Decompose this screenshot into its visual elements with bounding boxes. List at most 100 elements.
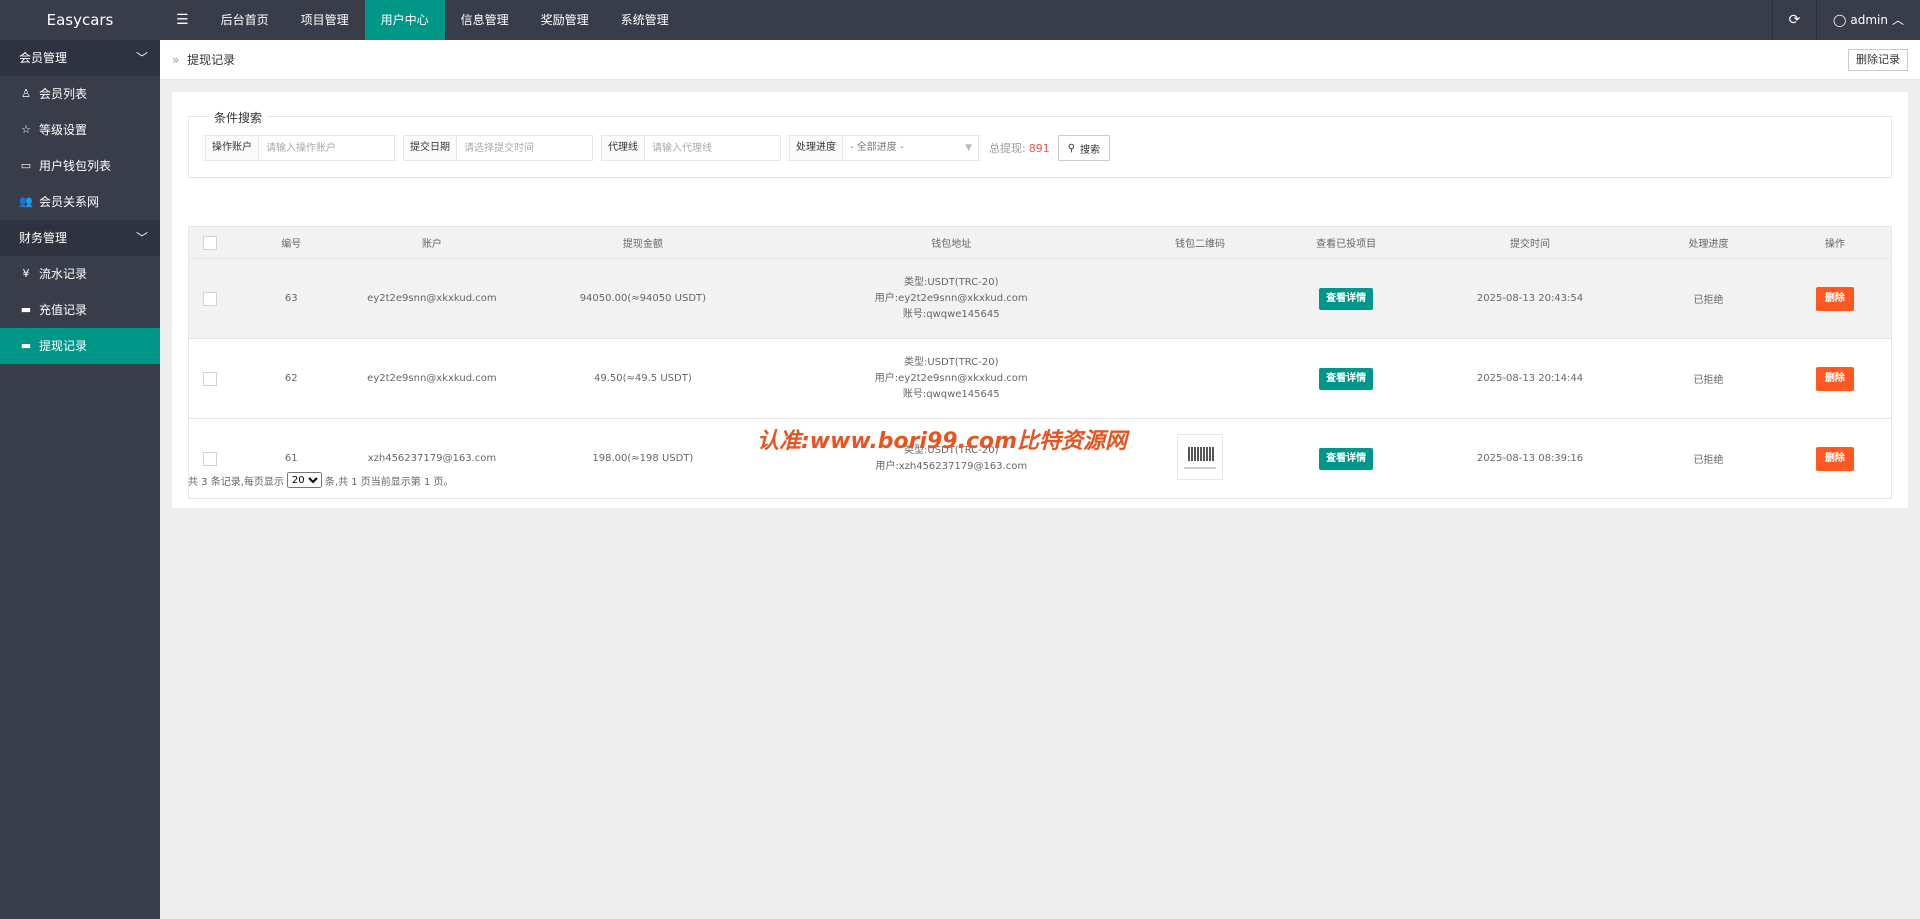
sidebar-item-label: 会员列表	[39, 87, 88, 101]
sidebar-item-label: 流水记录	[39, 267, 88, 281]
chevron-up-icon: ︿	[1891, 13, 1904, 27]
wallet-qr-image[interactable]	[1177, 434, 1224, 480]
watermark: 认准:www.bori99.com比特资源网	[757, 429, 1128, 454]
select-all-cell	[188, 226, 232, 259]
table-row: 62 ey2t2e9snn@xkxkud.com 49.50(≈49.5 USD…	[188, 338, 1892, 419]
sidebar-item-member-list[interactable]: ♙ 会员列表	[0, 76, 160, 112]
yen-icon: ¥	[22, 267, 30, 280]
row-checkbox[interactable]	[203, 371, 218, 386]
date-input[interactable]	[457, 136, 592, 160]
breadcrumb: » 提现记录	[172, 40, 235, 80]
delete-button[interactable]: 删除	[1815, 446, 1854, 471]
cell-amount: 198.00(≈198 USDT)	[513, 418, 773, 499]
wallet-account: 账号:qwqwe145645	[902, 388, 1000, 400]
wallet-type: 类型:USDT(TRC-20)	[903, 356, 999, 368]
star-icon: ☆	[21, 123, 31, 136]
top-header: Easycars ☰ 后台首页 项目管理 用户中心 信息管理 奖励管理 系统管理…	[0, 0, 1920, 40]
cell-wallet-address: 类型:USDT(TRC-20) 用户:ey2t2e9snn@xkxkud.com…	[772, 258, 1130, 339]
view-details-button[interactable]: 查看详情	[1319, 287, 1374, 310]
cell-time: 2025-08-13 20:14:44	[1421, 338, 1639, 419]
select-all-checkbox[interactable]	[203, 235, 218, 250]
breadcrumb-separator: »	[172, 53, 180, 67]
column-header: 提现金额	[513, 226, 773, 259]
user-icon: ◯	[1832, 13, 1847, 27]
nav-item-system[interactable]: 系统管理	[605, 0, 685, 40]
sidebar-item-label: 会员关系网	[39, 195, 100, 209]
sidebar-item-member-network[interactable]: 👥 会员关系网	[0, 184, 160, 220]
row-checkbox[interactable]	[203, 451, 218, 466]
sidebar-group-members[interactable]: 会员管理 ﹀	[0, 40, 160, 76]
sidebar-item-recharge[interactable]: ▬ 充值记录	[0, 292, 160, 328]
delete-records-button[interactable]: 删除记录	[1848, 49, 1908, 71]
delete-button[interactable]: 删除	[1815, 286, 1854, 311]
pagination: 共 3 条记录,每页显示 20 条,共 1 页当前显示第 1 页。	[188, 472, 454, 488]
delete-button[interactable]: 删除	[1815, 366, 1854, 391]
total-withdrawal: 总提现: 891	[989, 140, 1050, 156]
sidebar-group-finance[interactable]: 财务管理 ﹀	[0, 220, 160, 256]
chevron-down-icon: ﹀	[135, 51, 148, 65]
search-button-label: 搜索	[1080, 144, 1101, 156]
sidebar-item-wallet-list[interactable]: ▭ 用户钱包列表	[0, 148, 160, 184]
sidebar-item-withdrawals[interactable]: ▬ 提现记录	[0, 328, 160, 364]
nav-item-projects[interactable]: 项目管理	[285, 0, 365, 40]
sidebar-group-label: 会员管理	[19, 51, 68, 65]
total-label: 总提现:	[989, 142, 1026, 155]
cell-qr	[1129, 258, 1271, 339]
nav-item-dashboard[interactable]: 后台首页	[205, 0, 285, 40]
search-fieldset: 条件搜索 操作账户 提交日期 代理线 处理进度 - 全部进度 -	[188, 109, 1892, 178]
search-icon: ⚲	[1067, 142, 1076, 154]
pager-prefix: 共 3 条记录,每页显示	[188, 476, 284, 488]
view-details-button[interactable]: 查看详情	[1319, 447, 1374, 470]
search-button[interactable]: ⚲ 搜索	[1057, 135, 1111, 161]
agent-filter: 代理线	[601, 135, 781, 161]
cell-amount: 94050.00(≈94050 USDT)	[513, 258, 773, 339]
cell-qr	[1129, 338, 1271, 419]
column-header: 查看已投项目	[1270, 226, 1422, 259]
account-input[interactable]	[259, 136, 394, 160]
sidebar-item-label: 用户钱包列表	[39, 159, 112, 173]
progress-filter: 处理进度 - 全部进度 - ▼	[789, 135, 979, 161]
table-row: 63 ey2t2e9snn@xkxkud.com 94050.00(≈94050…	[188, 258, 1892, 339]
date-filter-label: 提交日期	[404, 136, 457, 160]
account-filter: 操作账户	[205, 135, 395, 161]
nav-item-info[interactable]: 信息管理	[445, 0, 525, 40]
nav-item-user-center[interactable]: 用户中心	[364, 0, 445, 40]
cell-time: 2025-08-13 08:39:16	[1421, 418, 1639, 499]
row-checkbox[interactable]	[203, 291, 218, 306]
account-filter-label: 操作账户	[206, 136, 259, 160]
user-name: admin	[1850, 13, 1888, 27]
menu-toggle-icon[interactable]: ☰	[160, 0, 205, 40]
cell-qr	[1129, 418, 1271, 499]
sidebar-item-label: 充值记录	[39, 303, 88, 317]
top-right-actions: ⟳ ◯ admin ︿	[1771, 0, 1920, 40]
user-menu[interactable]: ◯ admin ︿	[1815, 0, 1920, 40]
page-size-select[interactable]: 20	[286, 472, 322, 488]
breadcrumb-bar: » 提现记录 删除记录	[160, 40, 1920, 80]
column-header: 处理进度	[1638, 226, 1779, 259]
card-icon: ▭	[20, 159, 32, 172]
cell-status: 已拒绝	[1638, 258, 1779, 339]
progress-select[interactable]: - 全部进度 - ▼	[843, 136, 978, 160]
caret-down-icon: ▼	[965, 143, 972, 153]
pager-suffix: 条,共 1 页当前显示第 1 页。	[324, 476, 454, 488]
column-header: 提交时间	[1421, 226, 1639, 259]
refresh-icon[interactable]: ⟳	[1771, 0, 1816, 40]
date-filter: 提交日期	[403, 135, 593, 161]
app-logo[interactable]: Easycars	[0, 0, 160, 40]
card-icon: ▬	[20, 339, 32, 352]
column-header: 账户	[350, 226, 514, 259]
nav-item-rewards[interactable]: 奖励管理	[525, 0, 605, 40]
wallet-user: 用户:xzh456237179@163.com	[875, 460, 1028, 472]
sidebar-item-transactions[interactable]: ¥ 流水记录	[0, 256, 160, 292]
breadcrumb-current: 提现记录	[187, 53, 236, 67]
view-details-button[interactable]: 查看详情	[1319, 367, 1374, 390]
cell-status: 已拒绝	[1638, 418, 1779, 499]
search-legend: 条件搜索	[209, 109, 268, 126]
sidebar-item-level-settings[interactable]: ☆ 等级设置	[0, 112, 160, 148]
table-header-row: 编号 账户 提现金额 钱包地址 钱包二维码 查看已投项目 提交时间 处理进度 操…	[188, 226, 1892, 259]
wallet-user: 用户:ey2t2e9snn@xkxkud.com	[874, 292, 1028, 304]
cell-wallet-address: 类型:USDT(TRC-20) 用户:ey2t2e9snn@xkxkud.com…	[772, 338, 1130, 419]
agent-input[interactable]	[645, 136, 780, 160]
cell-amount: 49.50(≈49.5 USDT)	[513, 338, 773, 419]
wallet-user: 用户:ey2t2e9snn@xkxkud.com	[874, 372, 1028, 384]
